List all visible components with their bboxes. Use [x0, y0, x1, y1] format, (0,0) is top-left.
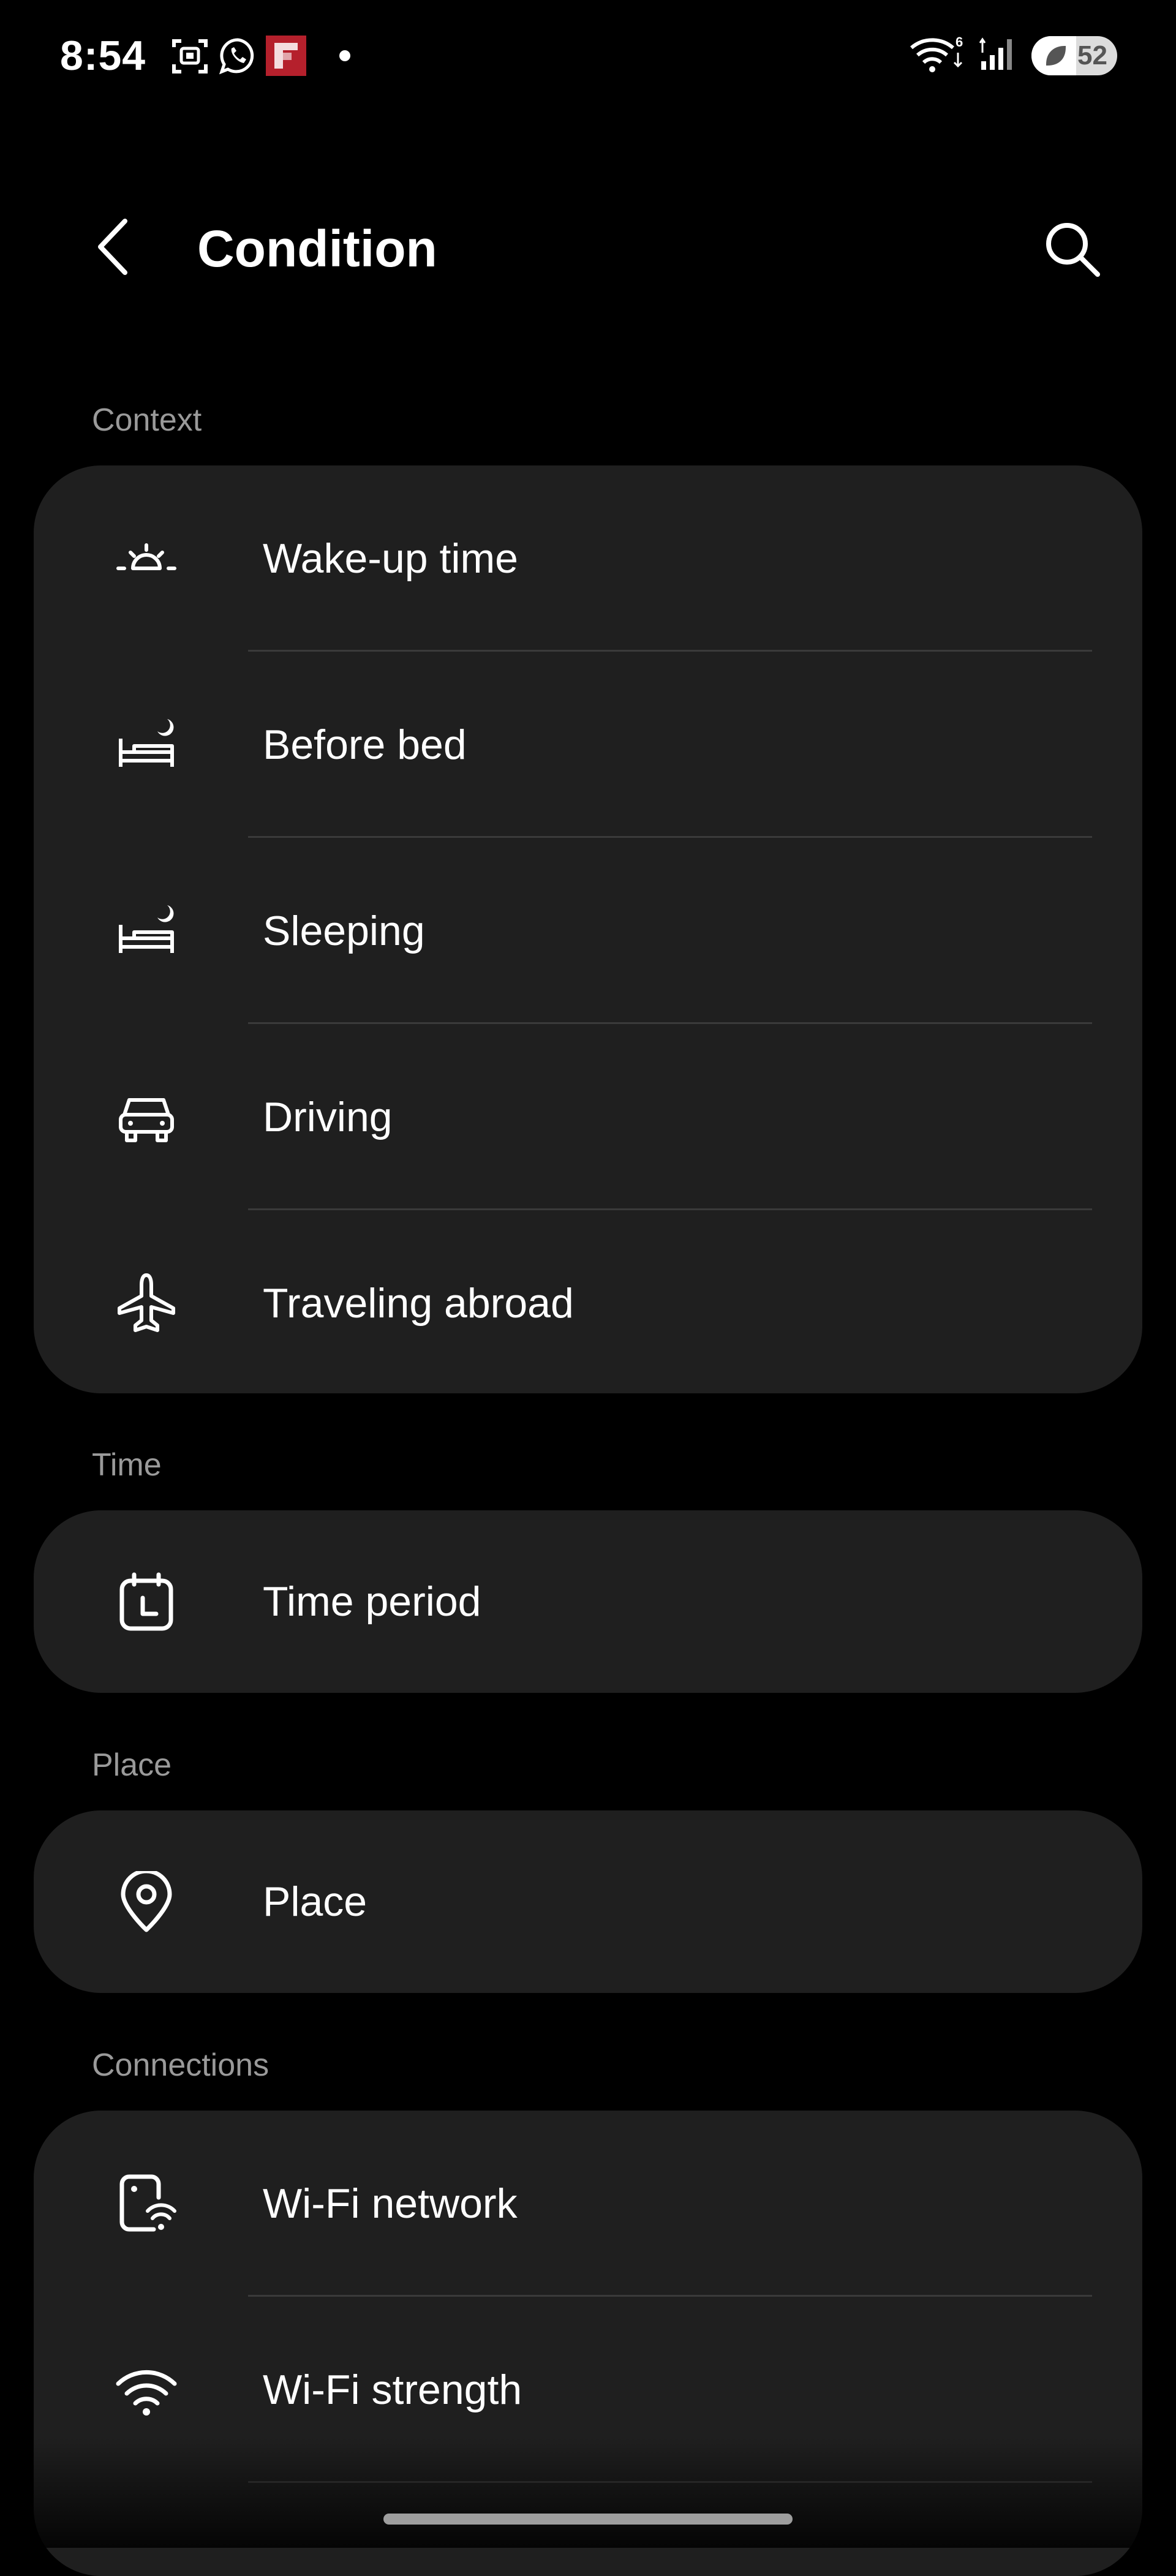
app-bar: Condition: [0, 190, 1176, 300]
place-card: Place: [34, 1810, 1142, 1993]
list-item-before-bed[interactable]: Before bed: [34, 652, 1142, 838]
search-icon: [1041, 218, 1102, 282]
list-item-label: Driving: [263, 1094, 393, 1140]
list-item-label: Sleeping: [263, 908, 425, 954]
car-icon: [116, 1087, 177, 1148]
chevron-left-icon: [92, 216, 135, 281]
list-item-driving[interactable]: Driving: [34, 1024, 1142, 1210]
list-item-label: Wi-Fi strength: [263, 2367, 522, 2413]
notification-dot-icon: [339, 50, 350, 61]
context-card: Wake-up time Before bed Sleeping Driving…: [34, 465, 1142, 1393]
wifi-6-icon: 6: [909, 34, 965, 77]
section-header-connections: Connections: [92, 2047, 270, 2083]
airplane-icon: [116, 1273, 177, 1334]
cellular-signal-icon: [979, 34, 1018, 77]
time-card: Time period: [34, 1510, 1142, 1693]
list-item-wake-up-time[interactable]: Wake-up time: [34, 465, 1142, 652]
list-item-traveling-abroad[interactable]: Traveling abroad: [34, 1210, 1142, 1393]
section-header-place: Place: [92, 1747, 172, 1783]
list-item-label: Wi-Fi network: [263, 2180, 518, 2227]
status-time: 8:54: [60, 32, 146, 79]
system-icons: 6 52: [909, 34, 1117, 77]
list-item-label: Time period: [263, 1578, 481, 1625]
list-item-place[interactable]: Place: [34, 1810, 1142, 1993]
whatsapp-icon: [218, 36, 257, 75]
list-item-label: Traveling abroad: [263, 1280, 574, 1327]
battery-level: 52: [1077, 40, 1107, 70]
calendar-clock-icon: [116, 1571, 177, 1632]
notification-icons: [170, 36, 350, 76]
bottom-fade: [0, 2438, 1176, 2548]
list-item-wifi-network[interactable]: Wi-Fi network: [34, 2111, 1142, 2297]
list-item-time-period[interactable]: Time period: [34, 1510, 1142, 1693]
status-bar: 8:54 6 52: [0, 0, 1176, 122]
back-button[interactable]: [80, 214, 147, 282]
battery-indicator: 52: [1031, 36, 1117, 75]
bed-moon-icon: [116, 714, 177, 775]
page-title: Condition: [197, 220, 437, 277]
list-item-sleeping[interactable]: Sleeping: [34, 838, 1142, 1024]
home-indicator[interactable]: [383, 2514, 793, 2525]
list-item-label: Before bed: [263, 721, 467, 768]
section-header-context: Context: [92, 402, 202, 438]
search-button[interactable]: [1035, 213, 1109, 287]
svg-text:6: 6: [956, 34, 963, 50]
screen-recorder-icon: [170, 36, 209, 75]
bed-moon-icon: [116, 900, 177, 962]
phone-wifi-icon: [116, 2173, 177, 2234]
sunrise-icon: [116, 528, 177, 589]
list-item-label: Place: [263, 1878, 368, 1925]
list-item-label: Wake-up time: [263, 535, 518, 582]
wifi-icon: [116, 2359, 177, 2420]
location-pin-icon: [116, 1871, 177, 1932]
section-header-time: Time: [92, 1447, 162, 1483]
battery-saver-icon: [1045, 45, 1067, 70]
flipboard-icon: [266, 36, 306, 76]
